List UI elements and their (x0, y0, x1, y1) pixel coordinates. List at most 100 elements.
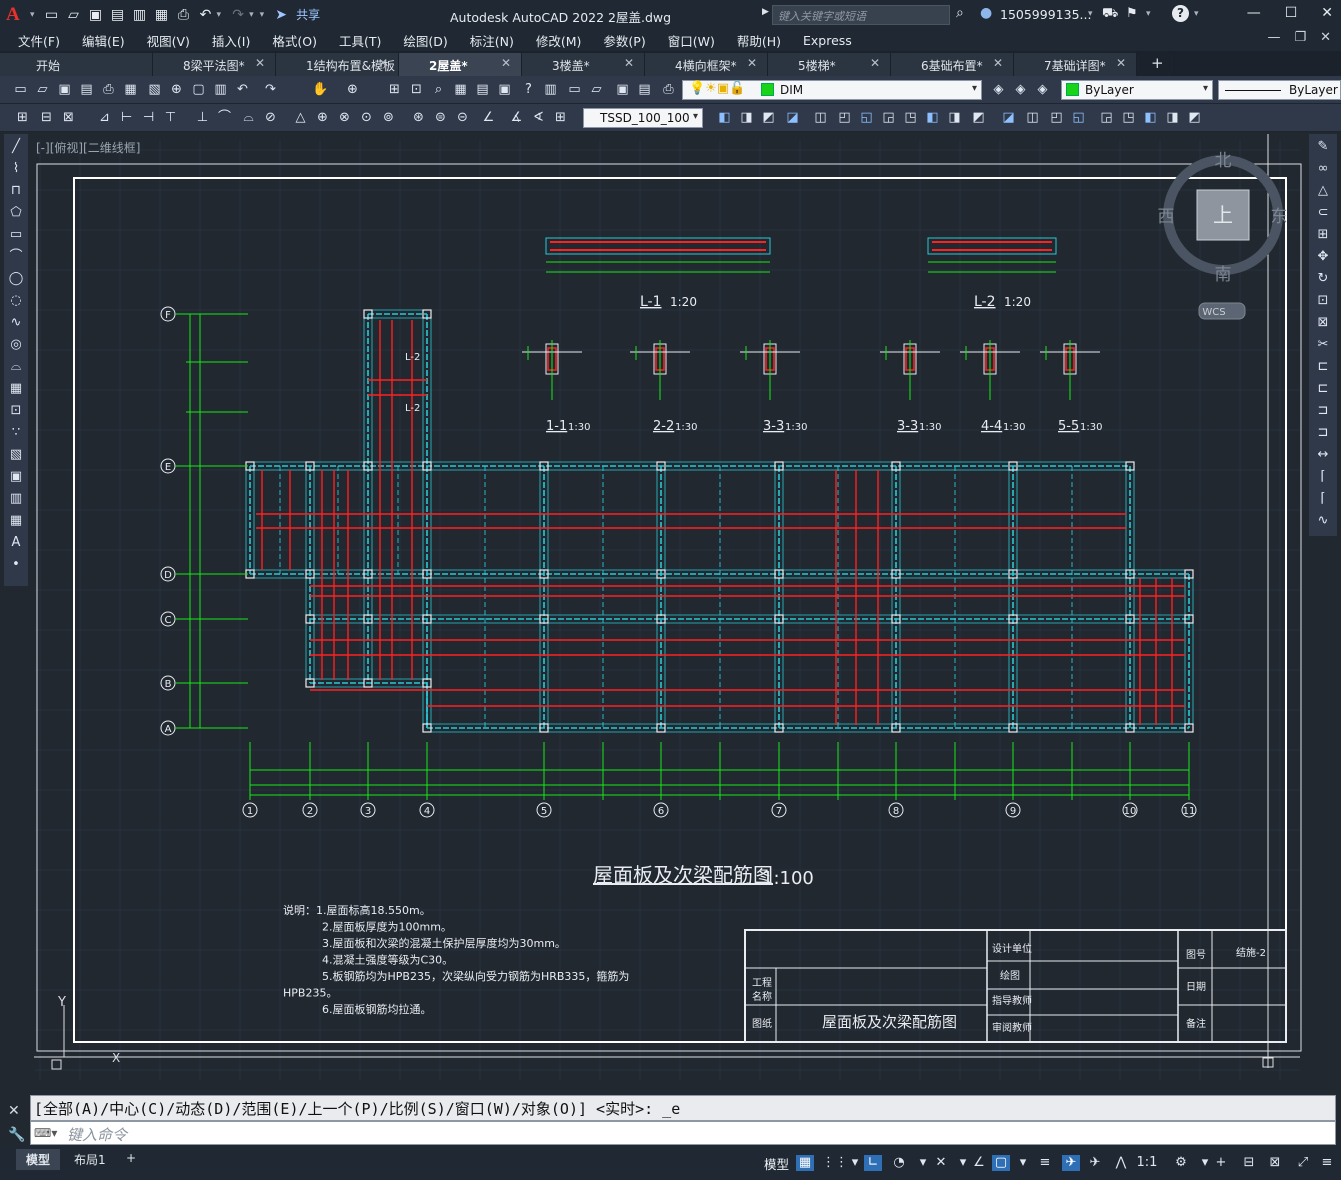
modify-tool-16-icon[interactable]: ⌈ (1314, 490, 1332, 508)
annotation-auto-icon[interactable]: ✈ (1086, 1155, 1104, 1171)
toolbar1-tool-9-icon[interactable]: ▥ (212, 81, 229, 98)
doc-close-button[interactable]: ✕ (1320, 30, 1331, 45)
menu-12[interactable]: Express (803, 33, 852, 48)
toolbar2-extra-18-icon[interactable]: ◧ (1142, 109, 1159, 126)
draw-tool-6-icon[interactable]: ◯ (7, 270, 25, 288)
undo-dropdown-icon[interactable]: ▾ (217, 10, 222, 20)
toolbar2-tool-22-icon[interactable]: ⊞ (552, 109, 569, 126)
draw-tool-1-icon[interactable]: ⌇ (7, 160, 25, 178)
draw-tool-12-icon[interactable]: ⊡ (7, 402, 25, 420)
toolbar2-extra-6-icon[interactable]: ◱ (858, 109, 875, 126)
menu-6[interactable]: 绘图(D) (403, 31, 447, 50)
close-tab-icon[interactable]: ✕ (1116, 56, 1126, 70)
file-tab-3[interactable]: 2屋盖* ✕ (399, 53, 522, 76)
toolbar2-tool-14-icon[interactable]: ⊙ (358, 109, 375, 126)
add-icon[interactable]: + (1212, 1155, 1230, 1171)
close-tab-icon[interactable]: ✕ (255, 56, 265, 70)
toolbar2-tool-3-icon[interactable]: ⊿ (96, 109, 113, 126)
toolbar1-tool-21-icon[interactable]: ▥ (542, 81, 559, 98)
toolbar1-tool-8-icon[interactable]: ▢ (190, 81, 207, 98)
help-dropdown-icon[interactable]: ▾ (1194, 9, 1199, 19)
draw-tool-13-icon[interactable]: ∵ (7, 424, 25, 442)
draw-tool-17-icon[interactable]: ▦ (7, 512, 25, 530)
toolbar2-extra-4-icon[interactable]: ◫ (812, 109, 829, 126)
modify-tool-1-icon[interactable]: ∞ (1314, 160, 1332, 178)
toolbar2-tool-15-icon[interactable]: ⊚ (380, 109, 397, 126)
toolbar1-tool-17-icon[interactable]: ▦ (452, 81, 469, 98)
annotation-scale-value[interactable]: 1:1 (1134, 1155, 1160, 1171)
dimstyle-combo[interactable]: TSSD_100_100 ▾ (583, 108, 703, 128)
close-tab-icon[interactable]: ✕ (378, 56, 388, 70)
toolbar1-tool-24-icon[interactable]: ▣ (614, 81, 631, 98)
toolbar2-tool-16-icon[interactable]: ⊛ (410, 109, 427, 126)
toolbar1-tool-22-icon[interactable]: ▭ (566, 81, 583, 98)
menu-0[interactable]: 文件(F) (18, 31, 60, 50)
toolbar1-tool-10-icon[interactable]: ↶ (234, 81, 251, 98)
toolbar2-extra-13-icon[interactable]: ◫ (1024, 109, 1041, 126)
menu-11[interactable]: 帮助(H) (737, 31, 781, 50)
draw-tool-4-icon[interactable]: ▭ (7, 226, 25, 244)
file-tab-8[interactable]: 7基础详图* ✕ (1014, 53, 1137, 76)
toolbar2-extra-9-icon[interactable]: ◧ (924, 109, 941, 126)
drawing-viewport[interactable]: Y X 1 2 3 4 5 6 7 8 9 10 11 F E D C B A L-2 L-2 L-1 1:20 L-2 1:2… (30, 134, 1305, 1084)
doc-restore-button[interactable]: ❐ (1294, 30, 1306, 45)
save-as-icon[interactable]: ▤ (109, 7, 127, 23)
toolbar2-tool-2-icon[interactable]: ⊠ (60, 109, 77, 126)
plot-icon[interactable]: ⎙ (175, 7, 193, 23)
modify-tool-13-icon[interactable]: ⊐ (1314, 424, 1332, 442)
color-combo[interactable]: ByLayer ▾ (1061, 80, 1213, 100)
linetype-combo[interactable]: ByLayer (1218, 80, 1341, 100)
toolbar1-tool-26-icon[interactable]: ⎙ (660, 81, 677, 98)
toolbar2-tool-10-icon[interactable]: ⊘ (262, 109, 279, 126)
modify-tool-12-icon[interactable]: ⊐ (1314, 402, 1332, 420)
command-input[interactable]: 键入命令 (30, 1121, 1336, 1145)
draw-tool-7-icon[interactable]: ◌ (7, 292, 25, 310)
app-dropdown-icon[interactable]: ▾ (1146, 9, 1151, 19)
file-tab-6[interactable]: 5楼梯* ✕ (768, 53, 891, 76)
polar-dd-icon[interactable]: ▾ (914, 1155, 932, 1171)
toolbar1-tool-19-icon[interactable]: ▣ (496, 81, 513, 98)
osnap-track-icon[interactable]: ✕ (932, 1155, 950, 1171)
share-button[interactable]: 共享 (296, 6, 320, 23)
menu-10[interactable]: 窗口(W) (668, 31, 715, 50)
toolbar2-tool-6-icon[interactable]: ⊤ (162, 109, 179, 126)
toolbar2-tool-5-icon[interactable]: ⊣ (140, 109, 157, 126)
draw-tool-5-icon[interactable]: ⌒ (7, 248, 25, 266)
menu-8[interactable]: 修改(M) (536, 31, 582, 50)
help-icon[interactable]: ? (1172, 5, 1189, 22)
layer-dropdown-icon[interactable]: ▾ (972, 83, 977, 94)
modify-tool-15-icon[interactable]: ⌈ (1314, 468, 1332, 486)
snap-icon[interactable]: ⋮⋮ (822, 1155, 848, 1171)
draw-tool-9-icon[interactable]: ◎ (7, 336, 25, 354)
annotation-scale-icon[interactable]: ⋀ (1112, 1155, 1130, 1171)
file-tab-7[interactable]: 6基础布置* ✕ (891, 53, 1014, 76)
toolbar1-tool-13-icon[interactable]: ⊕ (344, 81, 361, 98)
toolbar2-tool-21-icon[interactable]: ∢ (530, 109, 547, 126)
toolbar1-tool-4-icon[interactable]: ⎙ (100, 81, 117, 98)
menu-7[interactable]: 标注(N) (470, 31, 514, 50)
close-tab-icon[interactable]: ✕ (870, 56, 880, 70)
toolbar2-extra-20-icon[interactable]: ◩ (1186, 109, 1203, 126)
modify-tool-14-icon[interactable]: ↔ (1314, 446, 1332, 464)
undo-icon[interactable]: ↶ (197, 7, 215, 23)
customize-command-icon[interactable]: 🔧 (8, 1127, 25, 1143)
publish-icon[interactable]: ▥ (131, 7, 149, 23)
minimize-button[interactable]: — (1247, 5, 1261, 21)
user-account[interactable]: 1505999135... (1000, 7, 1091, 22)
toolbar2-extra-17-icon[interactable]: ◳ (1120, 109, 1137, 126)
close-tab-icon[interactable]: ✕ (993, 56, 1003, 70)
toolbar1-tool-15-icon[interactable]: ⊡ (408, 81, 425, 98)
menu-9[interactable]: 参数(P) (603, 31, 645, 50)
draw-tool-19-icon[interactable]: • (7, 556, 25, 574)
customize-quick-access-icon[interactable]: ▾ (260, 10, 265, 20)
toolbar2-tool-19-icon[interactable]: ∠ (480, 109, 497, 126)
toolbar1-tool-0-icon[interactable]: ▭ (12, 81, 29, 98)
open-file-icon[interactable]: ▱ (65, 7, 83, 23)
toolbar2-extra-11-icon[interactable]: ◩ (970, 109, 987, 126)
new-tab-button[interactable]: + (1137, 53, 1175, 76)
draw-tool-15-icon[interactable]: ▣ (7, 468, 25, 486)
draw-tool-11-icon[interactable]: ▦ (7, 380, 25, 398)
ortho-icon[interactable]: ∟ (864, 1155, 882, 1171)
toolbar2-extra-14-icon[interactable]: ◰ (1048, 109, 1065, 126)
angle-icon[interactable]: ∠ (970, 1155, 988, 1171)
